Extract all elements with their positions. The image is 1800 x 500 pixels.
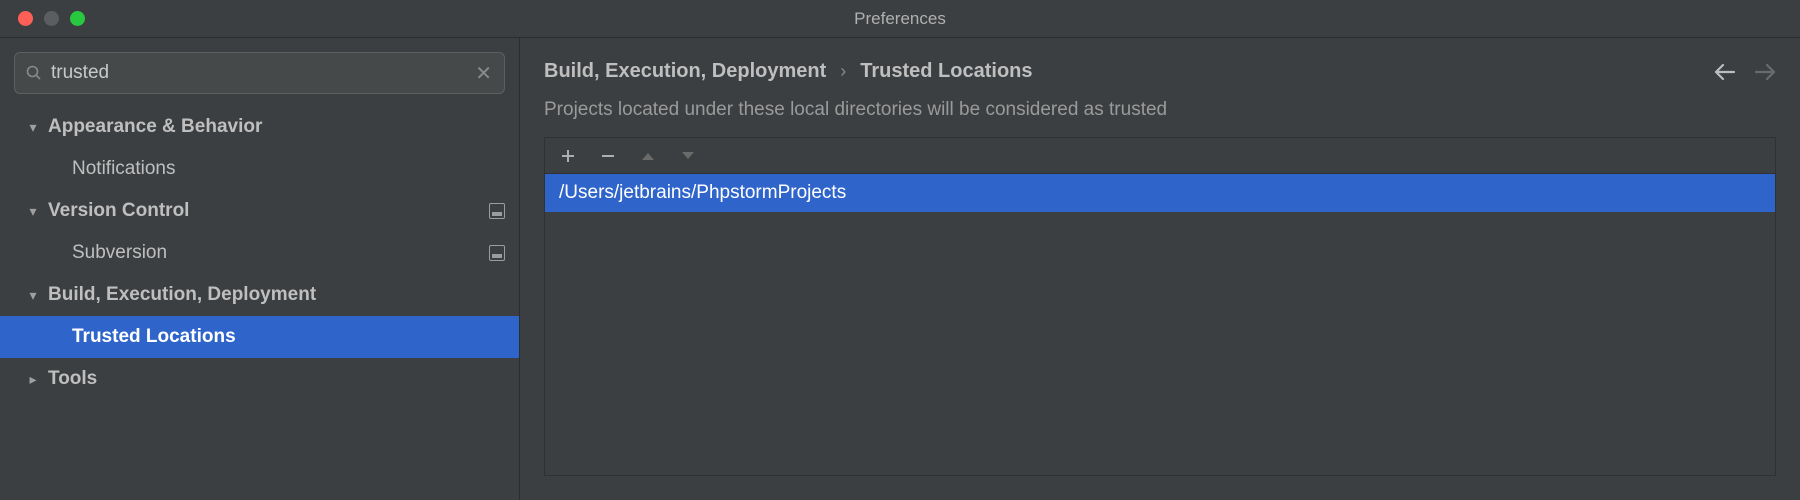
sidebar-item-label: Trusted Locations — [72, 326, 505, 348]
sidebar-item-trusted-locations[interactable]: Trusted Locations — [0, 316, 519, 358]
sidebar-item-label: Subversion — [72, 242, 489, 264]
list-toolbar — [545, 138, 1775, 174]
breadcrumb-current: Trusted Locations — [860, 60, 1032, 83]
chevron-down-icon: ▾ — [24, 119, 42, 136]
body: ✕ ▾ Appearance & Behavior Notifications … — [0, 38, 1800, 500]
nav-arrows — [1714, 63, 1776, 81]
trusted-locations-list: /Users/jetbrains/PhpstormProjects — [544, 137, 1776, 476]
titlebar: Preferences — [0, 0, 1800, 38]
minimize-window-button[interactable] — [44, 11, 59, 26]
sidebar-item-subversion[interactable]: Subversion — [0, 232, 519, 274]
breadcrumb-row: Build, Execution, Deployment › Trusted L… — [520, 38, 1800, 93]
remove-button[interactable] — [599, 149, 617, 163]
list-body[interactable]: /Users/jetbrains/PhpstormProjects — [545, 174, 1775, 475]
project-settings-icon — [489, 245, 505, 261]
sidebar-item-label: Notifications — [72, 158, 505, 180]
sidebar-item-label: Tools — [48, 368, 505, 390]
sidebar-item-build-execution-deployment[interactable]: ▾ Build, Execution, Deployment — [0, 274, 519, 316]
content-pane: Build, Execution, Deployment › Trusted L… — [520, 38, 1800, 500]
search-icon — [25, 64, 43, 82]
traffic-lights — [0, 11, 85, 26]
settings-tree: ▾ Appearance & Behavior Notifications ▾ … — [0, 106, 519, 500]
breadcrumb: Build, Execution, Deployment › Trusted L… — [544, 60, 1700, 83]
sidebar-item-notifications[interactable]: Notifications — [0, 148, 519, 190]
chevron-right-icon: ▸ — [24, 371, 42, 388]
sidebar-item-label: Build, Execution, Deployment — [48, 284, 505, 306]
project-settings-icon — [489, 203, 505, 219]
preferences-window: Preferences ✕ ▾ Appearance & Behavior No… — [0, 0, 1800, 500]
chevron-down-icon: ▾ — [24, 203, 42, 220]
sidebar-item-label: Version Control — [48, 200, 489, 222]
chevron-down-icon: ▾ — [24, 287, 42, 304]
window-title: Preferences — [854, 9, 946, 29]
location-path: /Users/jetbrains/PhpstormProjects — [559, 182, 846, 203]
forward-icon[interactable] — [1754, 63, 1776, 81]
close-window-button[interactable] — [18, 11, 33, 26]
move-up-button[interactable] — [639, 151, 657, 161]
breadcrumb-parent[interactable]: Build, Execution, Deployment — [544, 60, 826, 83]
add-button[interactable] — [559, 149, 577, 163]
page-description: Projects located under these local direc… — [520, 93, 1800, 137]
sidebar: ✕ ▾ Appearance & Behavior Notifications … — [0, 38, 520, 500]
list-item[interactable]: /Users/jetbrains/PhpstormProjects — [545, 174, 1775, 212]
chevron-right-icon: › — [840, 61, 846, 82]
move-down-button[interactable] — [679, 151, 697, 161]
sidebar-item-tools[interactable]: ▸ Tools — [0, 358, 519, 400]
back-icon[interactable] — [1714, 63, 1736, 81]
maximize-window-button[interactable] — [70, 11, 85, 26]
clear-search-icon[interactable]: ✕ — [473, 61, 494, 86]
sidebar-item-label: Appearance & Behavior — [48, 116, 505, 138]
search-input[interactable] — [43, 62, 473, 84]
search-field[interactable]: ✕ — [14, 52, 505, 94]
sidebar-item-version-control[interactable]: ▾ Version Control — [0, 190, 519, 232]
sidebar-item-appearance-behavior[interactable]: ▾ Appearance & Behavior — [0, 106, 519, 148]
